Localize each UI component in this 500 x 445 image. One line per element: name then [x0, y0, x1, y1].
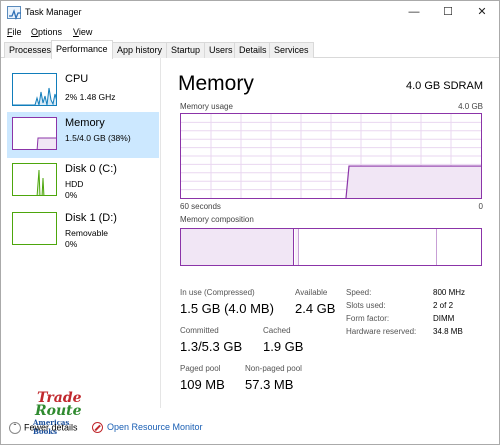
- chevron-up-icon: ˆ: [9, 422, 21, 434]
- sidebar-item-title: Disk 1 (D:): [65, 212, 117, 224]
- cached-label: Cached: [263, 326, 291, 335]
- memory-usage-graph: [180, 113, 482, 199]
- slots-used-value: 2 of 2: [433, 301, 454, 310]
- menu-file[interactable]: File: [7, 27, 22, 37]
- sidebar-item-detail: 1.5/4.0 GB (38%): [65, 133, 131, 143]
- sidebar-item-detail: HDD: [65, 179, 84, 189]
- disk-0-thumbnail-graph: [12, 163, 57, 196]
- sidebar-item-detail: Removable: [65, 228, 108, 238]
- sidebar-item-memory[interactable]: Memory 1.5/4.0 GB (38%): [7, 112, 159, 158]
- footer: Trade Route Americas Books ˆ Fewer detail…: [1, 390, 499, 444]
- sidebar-item-detail: 0%: [65, 190, 78, 200]
- non-paged-pool-value: 57.3 MB: [245, 377, 294, 392]
- task-manager-icon: [7, 6, 21, 20]
- form-factor-value: DIMM: [433, 314, 455, 323]
- resource-monitor-icon: [92, 422, 103, 434]
- sidebar-item-disk-1[interactable]: Disk 1 (D:) Removable 0%: [7, 207, 159, 253]
- memory-panel: Memory 4.0 GB SDRAM Memory usage 4.0 GB: [163, 58, 493, 408]
- memory-thumbnail-graph: [12, 117, 57, 150]
- memory-usage-label: Memory usage: [180, 102, 233, 111]
- in-use-value: 1.5 GB (4.0 MB): [180, 301, 274, 316]
- non-paged-pool-label: Non-paged pool: [245, 364, 302, 373]
- close-button[interactable]: ✕: [465, 1, 499, 25]
- paged-pool-label: Paged pool: [180, 364, 221, 373]
- available-value: 2.4 GB: [295, 301, 336, 316]
- committed-value: 1.3/5.3 GB: [180, 339, 243, 354]
- memory-usage-graph-svg: [181, 114, 481, 199]
- sidebar-item-title: Memory: [65, 117, 105, 129]
- cached-value: 1.9 GB: [263, 339, 304, 354]
- memory-composition-bar: [180, 228, 482, 266]
- sidebar-item-cpu[interactable]: CPU 2% 1.48 GHz: [7, 68, 159, 114]
- memory-composition-label: Memory composition: [180, 215, 254, 224]
- minimize-button[interactable]: —: [397, 1, 431, 25]
- committed-label: Committed: [180, 326, 219, 335]
- sidebar-item-detail: 2% 1.48 GHz: [65, 92, 116, 102]
- slots-used-label: Slots used:: [346, 301, 386, 310]
- tab-users[interactable]: Users: [204, 42, 238, 58]
- page-title: Memory: [178, 72, 254, 95]
- composition-in-use-segment: [181, 229, 294, 265]
- memory-usage-max: 4.0 GB: [458, 102, 483, 111]
- form-factor-label: Form factor:: [346, 314, 390, 323]
- tab-services[interactable]: Services: [269, 42, 314, 58]
- paged-pool-value: 109 MB: [180, 377, 225, 392]
- tab-bar: Processes Performance App history Startu…: [1, 40, 499, 59]
- sidebar-item-title: CPU: [65, 73, 89, 85]
- sidebar-item-disk-0[interactable]: Disk 0 (C:) HDD 0%: [7, 158, 159, 204]
- menu-bar: File Options View: [1, 25, 499, 41]
- time-span-label: 60 seconds: [180, 202, 221, 211]
- speed-value: 800 MHz: [433, 288, 466, 297]
- fewer-details-button[interactable]: ˆ Fewer details: [9, 422, 78, 434]
- tab-details[interactable]: Details: [234, 42, 272, 58]
- composition-divider: [436, 229, 437, 265]
- title-bar: Task Manager — ☐ ✕: [1, 1, 499, 25]
- open-resource-monitor-link[interactable]: Open Resource Monitor: [92, 422, 203, 434]
- speed-label: Speed:: [346, 288, 372, 297]
- maximize-button[interactable]: ☐: [431, 1, 465, 25]
- in-use-label: In use (Compressed): [180, 288, 255, 297]
- menu-view[interactable]: View: [73, 27, 92, 37]
- composition-modified-segment: [295, 229, 299, 265]
- available-label: Available: [295, 288, 328, 297]
- sidebar-item-detail: 0%: [65, 239, 78, 249]
- tab-processes[interactable]: Processes: [4, 42, 57, 58]
- hardware-reserved-value: 34.8 MB: [433, 327, 463, 336]
- task-manager-window: Task Manager — ☐ ✕ File Options View Pro…: [0, 0, 500, 445]
- disk-1-thumbnail-graph: [12, 212, 57, 245]
- window-title: Task Manager: [25, 7, 82, 17]
- hardware-reserved-label: Hardware reserved:: [346, 327, 417, 336]
- tab-app-history[interactable]: App history: [112, 42, 168, 58]
- tab-performance[interactable]: Performance: [51, 40, 113, 59]
- resource-sidebar: CPU 2% 1.48 GHz Memory 1.5/4.0 GB (38%) …: [1, 58, 161, 408]
- cpu-thumbnail-graph: [12, 73, 57, 106]
- tab-startup[interactable]: Startup: [166, 42, 206, 58]
- sidebar-item-title: Disk 0 (C:): [65, 163, 117, 175]
- memory-type: 4.0 GB SDRAM: [405, 80, 483, 92]
- menu-options[interactable]: Options: [31, 27, 62, 37]
- time-end-label: 0: [478, 202, 483, 211]
